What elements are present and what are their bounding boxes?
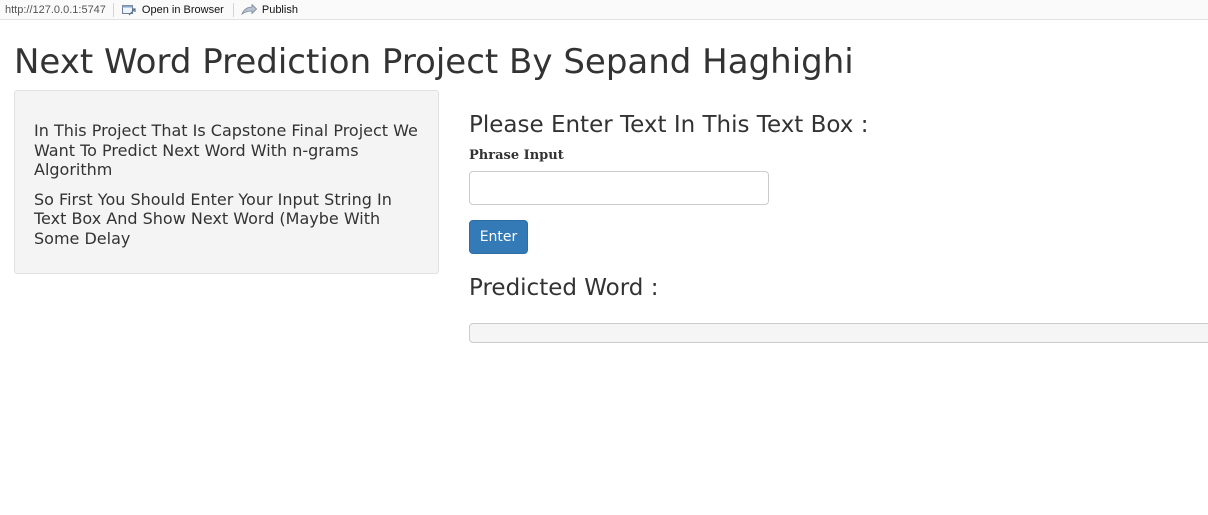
open-in-browser-icon [121, 4, 136, 15]
open-in-browser-label: Open in Browser [141, 3, 224, 16]
sidebar-description: In This Project That Is Capstone Final P… [34, 121, 418, 179]
input-heading: Please Enter Text In This Text Box : [469, 112, 869, 138]
phrase-input-label: Phrase Input [469, 148, 564, 163]
enter-button[interactable]: Enter [469, 220, 528, 254]
page-title: Next Word Prediction Project By Sepand H… [14, 42, 854, 82]
sidebar-instructions: So First You Should Enter Your Input Str… [34, 189, 392, 248]
publish-icon [241, 3, 257, 15]
viewer-toolbar: http://127.0.0.1:5747 Open in Browser Pu… [0, 0, 1208, 20]
sidebar-panel: In This Project That Is Capstone Final P… [14, 90, 439, 274]
phrase-input[interactable] [469, 171, 769, 205]
prediction-heading: Predicted Word : [469, 275, 659, 301]
predicted-word-output [469, 323, 1208, 343]
publish-label: Publish [261, 3, 298, 16]
open-in-browser-button[interactable]: Open in Browser [114, 4, 233, 16]
url-text: http://127.0.0.1:5747 [5, 3, 106, 16]
publish-button[interactable]: Publish [234, 3, 307, 16]
